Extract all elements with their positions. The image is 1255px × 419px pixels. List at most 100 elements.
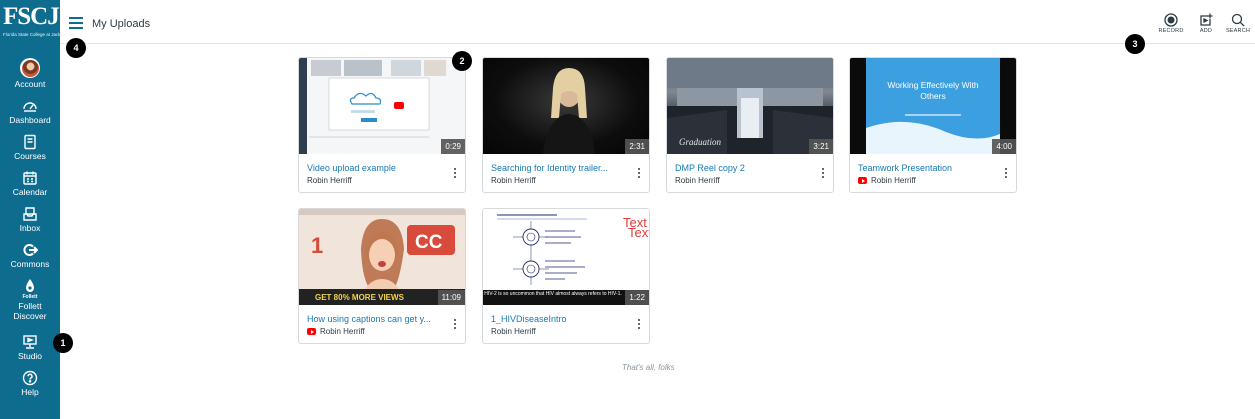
video-duration: 1:22 xyxy=(625,290,649,305)
video-card[interactable]: 2:31 Searching for Identity trailer... R… xyxy=(482,57,650,193)
thumb-caption-text: GET 80% MORE VIEWS xyxy=(315,293,405,302)
video-duration: 2:31 xyxy=(625,139,649,154)
nav-courses-label: Courses xyxy=(14,151,46,161)
nav-commons[interactable]: Commons xyxy=(0,242,60,278)
video-options-icon[interactable] xyxy=(819,168,827,182)
dashboard-icon xyxy=(23,102,37,112)
calendar-icon xyxy=(23,171,37,185)
video-owner: Robin Herriff xyxy=(307,327,365,336)
page-title: My Uploads xyxy=(92,18,151,30)
owner-name: Robin Herriff xyxy=(675,176,720,185)
thumb-cc-badge: CC xyxy=(415,232,443,253)
video-owner: Robin Herriff xyxy=(491,327,536,336)
annotation-badge-3: 3 xyxy=(1125,34,1145,54)
presentation-thumbnail: Working Effectively With Others xyxy=(866,58,1000,154)
video-title[interactable]: Teamwork Presentation xyxy=(858,163,992,173)
annotation-badge-1: 1 xyxy=(53,333,73,353)
annotation-badge-2: 2 xyxy=(452,51,472,71)
video-card[interactable]: 0:29 Video upload example Robin Herriff xyxy=(298,57,466,193)
record-button[interactable]: RECORD xyxy=(1154,13,1188,35)
owner-name: Robin Herriff xyxy=(307,176,352,185)
video-options-icon[interactable] xyxy=(1002,168,1010,182)
nav-calendar[interactable]: Calendar xyxy=(0,170,60,206)
video-thumbnail[interactable]: Text Text HIV-2 is so uncommon that HIV … xyxy=(483,209,649,305)
nav-courses[interactable]: Courses xyxy=(0,134,60,170)
nav-inbox[interactable]: Inbox xyxy=(0,206,60,242)
graduation-thumbnail: Graduation xyxy=(667,58,833,154)
video-thumbnail[interactable]: 1 CC GET 80% MORE VIEWS 11:09 xyxy=(299,209,465,305)
video-thumbnail[interactable]: Working Effectively With Others 4:00 xyxy=(850,58,1016,154)
nav-calendar-label: Calendar xyxy=(12,187,48,197)
logo-text: FSCJ xyxy=(3,3,60,30)
video-duration: 3:21 xyxy=(809,139,833,154)
follett-mark: Follett xyxy=(22,294,38,300)
inbox-icon xyxy=(23,207,37,221)
thumb-caption-text: HIV-2 is so uncommon that HIV almost alw… xyxy=(484,291,622,297)
record-icon xyxy=(1164,13,1178,27)
end-of-list-note: That's all, folks xyxy=(622,363,675,372)
thumb-slide-title: Working Effectively With Others xyxy=(887,80,979,101)
studio-icon xyxy=(23,335,37,349)
owner-name: Robin Herriff xyxy=(491,327,536,336)
youtube-icon xyxy=(307,328,316,335)
video-card[interactable]: Graduation 3:21 DMP Reel copy 2 Robin He… xyxy=(666,57,834,193)
nav-account-label: Account xyxy=(14,79,46,89)
help-icon xyxy=(22,370,38,386)
video-owner: Robin Herriff xyxy=(491,176,536,185)
nav-inbox-label: Inbox xyxy=(19,223,41,233)
nav-dashboard-label: Dashboard xyxy=(9,115,51,125)
video-card[interactable]: Text Text HIV-2 is so uncommon that HIV … xyxy=(482,208,650,344)
video-title[interactable]: How using captions can get y... xyxy=(307,314,441,324)
video-card[interactable]: 1 CC GET 80% MORE VIEWS 11:09 How using … xyxy=(298,208,466,344)
search-button[interactable]: SEARCH xyxy=(1221,13,1255,35)
video-options-icon[interactable] xyxy=(451,319,459,333)
video-owner: Robin Herriff xyxy=(675,176,720,185)
owner-name: Robin Herriff xyxy=(491,176,536,185)
nav-account[interactable]: Account xyxy=(0,58,60,98)
video-thumbnail[interactable]: 0:29 xyxy=(299,58,465,154)
video-options-icon[interactable] xyxy=(635,168,643,182)
global-nav: FSCJ Florida State College at Jacksonvil… xyxy=(0,0,76,419)
nav-dashboard[interactable]: Dashboard xyxy=(0,98,60,134)
video-options-icon[interactable] xyxy=(635,319,643,333)
owner-name: Robin Herriff xyxy=(320,327,365,336)
nav-follett-label-1: Follett xyxy=(18,301,42,311)
page-header: My Uploads RECORD ADD SEARCH xyxy=(60,0,1255,44)
follett-icon xyxy=(26,279,34,292)
annotation-badge-4: 4 xyxy=(66,38,86,58)
courses-icon xyxy=(24,134,36,150)
logo-subtext: Florida State College at Jacksonville xyxy=(3,32,76,37)
add-button[interactable]: ADD xyxy=(1189,13,1223,35)
video-title[interactable]: Searching for Identity trailer... xyxy=(491,163,625,173)
youtube-icon xyxy=(858,177,867,184)
video-title[interactable]: Video upload example xyxy=(307,163,441,173)
app-root: FSCJ Florida State College at Jacksonvil… xyxy=(0,0,1255,419)
whiteboard-thumbnail: Text Text HIV-2 is so uncommon that HIV … xyxy=(483,209,649,305)
search-icon xyxy=(1231,13,1245,27)
video-options-icon[interactable] xyxy=(451,168,459,182)
nav-help-label: Help xyxy=(21,387,39,397)
thumb-number: 1 xyxy=(311,233,323,258)
video-thumbnail[interactable]: 2:31 xyxy=(483,58,649,154)
add-label: ADD xyxy=(1199,28,1213,34)
video-title[interactable]: DMP Reel copy 2 xyxy=(675,163,809,173)
nav-studio[interactable]: Studio xyxy=(0,334,60,370)
record-label: RECORD xyxy=(1158,28,1184,34)
screen-recording-thumbnail xyxy=(299,58,465,154)
add-icon xyxy=(1200,13,1213,26)
thumb-overlay-text: Graduation xyxy=(679,137,722,147)
nav-follett-label-2: Discover xyxy=(13,311,47,321)
video-thumbnail[interactable]: Graduation 3:21 xyxy=(667,58,833,154)
institution-logo[interactable]: FSCJ Florida State College at Jacksonvil… xyxy=(0,0,76,58)
nav-help[interactable]: Help xyxy=(0,370,60,406)
search-label: SEARCH xyxy=(1225,28,1251,34)
video-duration: 4:00 xyxy=(992,139,1016,154)
video-duration: 11:09 xyxy=(437,290,465,305)
commons-icon xyxy=(23,244,38,256)
video-title[interactable]: 1_HIVDiseaseIntro xyxy=(491,314,625,324)
nav-studio-label: Studio xyxy=(17,351,43,361)
nav-follett-discover[interactable]: Follett Follett Discover xyxy=(0,278,60,334)
hamburger-menu-icon[interactable] xyxy=(69,17,83,29)
owner-name: Robin Herriff xyxy=(871,176,916,185)
video-card[interactable]: Working Effectively With Others 4:00 Tea… xyxy=(849,57,1017,193)
